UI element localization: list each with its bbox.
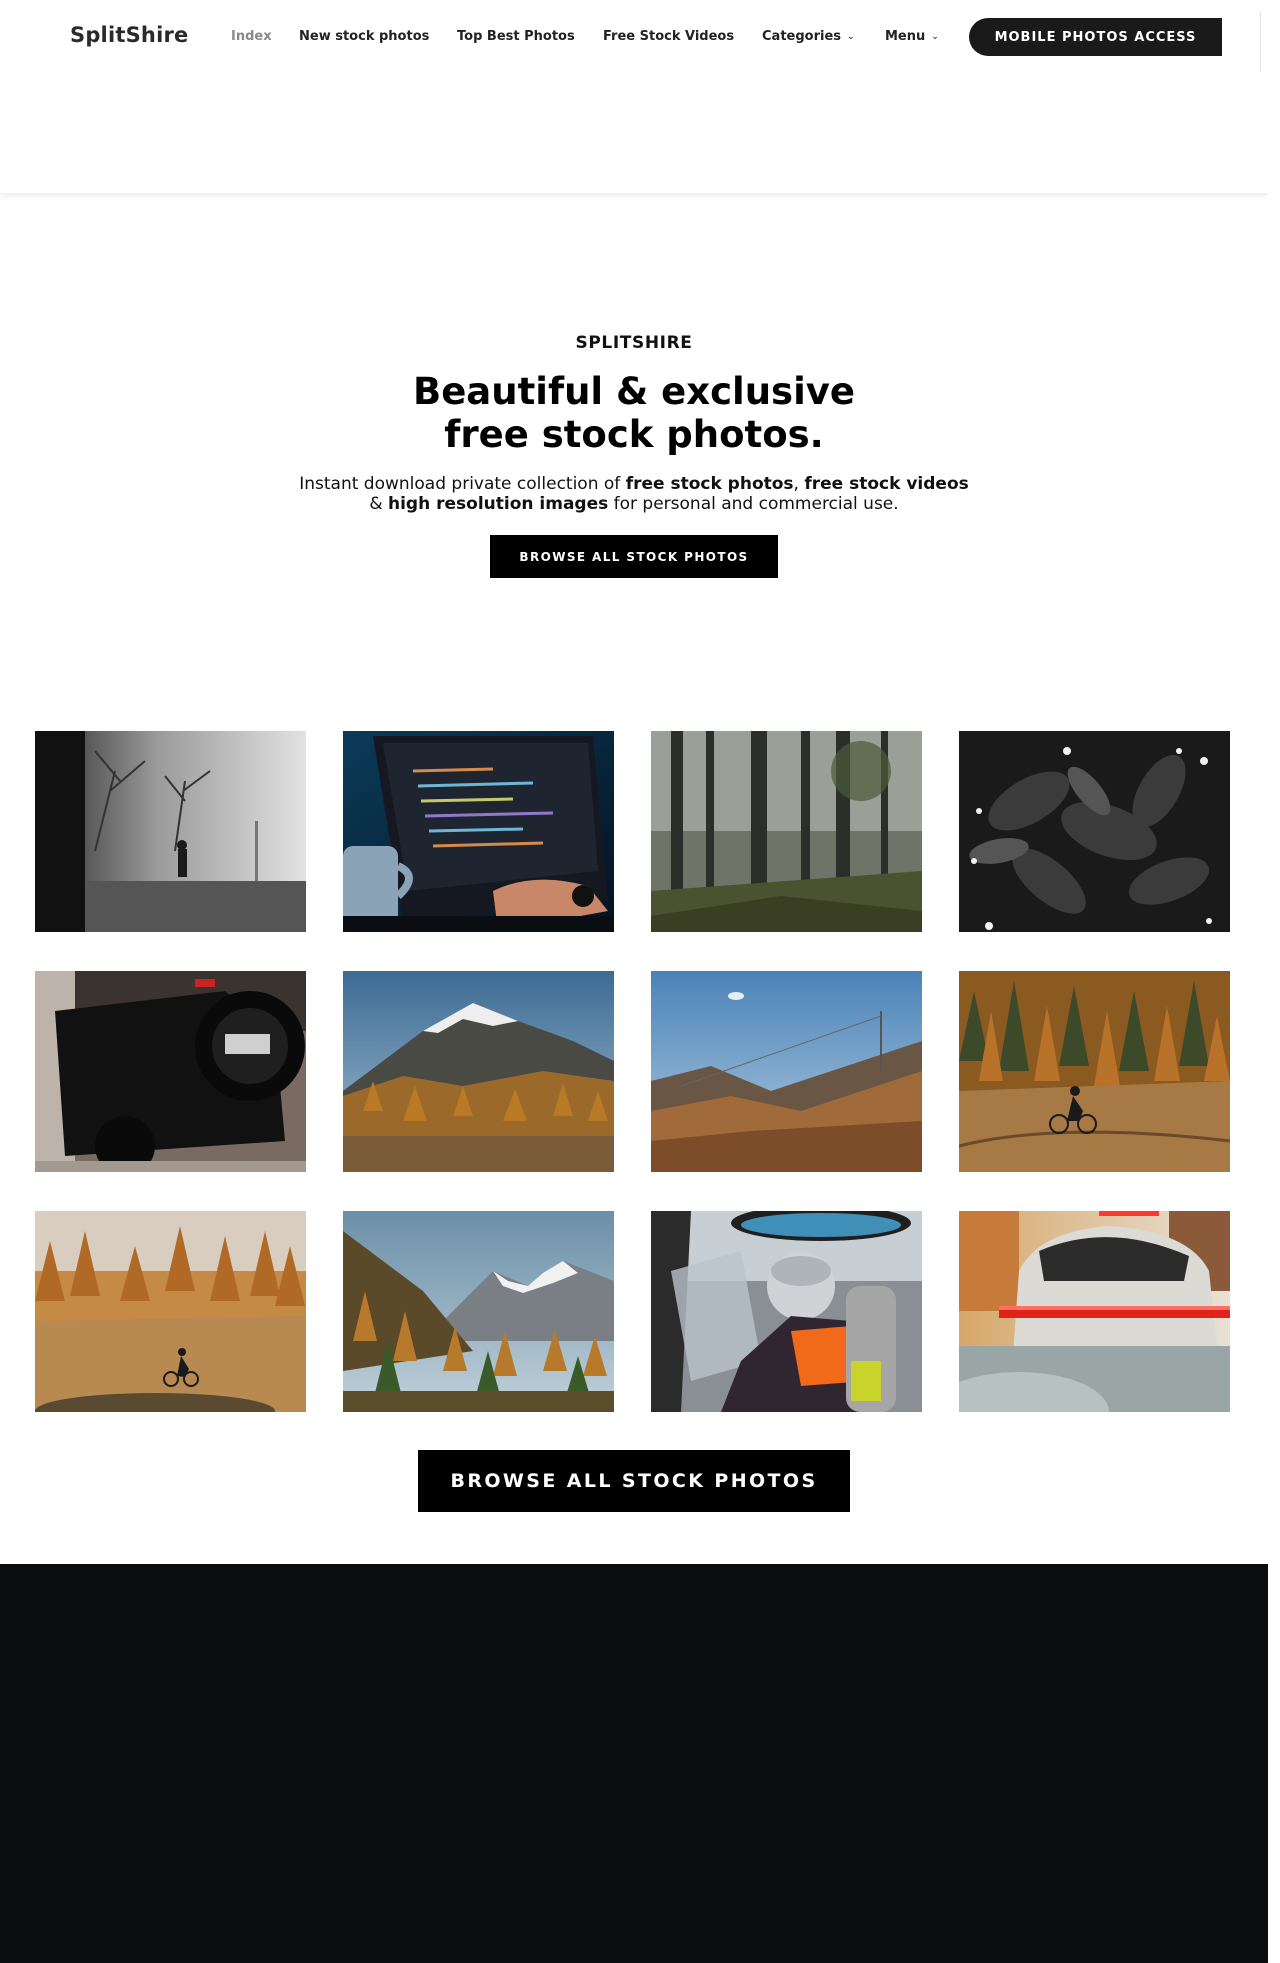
hero-title-line: Beautiful & exclusive — [413, 370, 855, 413]
photo-helicopter-pilot[interactable] — [651, 1211, 922, 1412]
chevron-down-icon: ⌄ — [931, 32, 939, 42]
nav-item-label: Categories — [762, 29, 842, 44]
nav-item-free-stock-videos[interactable]: Free Stock Videos — [603, 29, 734, 44]
site-header: SplitShire Index New stock photos Top Be… — [0, 0, 1268, 193]
page: SplitShire Index New stock photos Top Be… — [0, 0, 1268, 1963]
nav-item-categories[interactable]: Categories ⌄ — [762, 29, 855, 44]
nav-item-index[interactable]: Index — [231, 29, 272, 44]
hero-desc-bold: free stock videos — [804, 474, 969, 494]
nav-item-top-best-photos[interactable]: Top Best Photos — [457, 29, 575, 44]
nav-item-label: New stock photos — [299, 29, 430, 44]
hero-desc-text: , — [793, 474, 805, 494]
photo-dark-leaves-flowers[interactable] — [959, 731, 1230, 932]
nav-item-label: Top Best Photos — [457, 29, 575, 44]
hero-eyebrow: SPLITSHIRE — [575, 333, 693, 353]
hero-desc-text: Instant download private collection of — [299, 474, 626, 494]
hero-desc-bold: high resolution images — [387, 494, 609, 514]
nav-item-menu[interactable]: Menu ⌄ — [885, 29, 939, 44]
photo-misty-forest[interactable] — [651, 731, 922, 932]
nav-item-label: Index — [231, 29, 272, 44]
photo-foggy-street-walker[interactable] — [35, 731, 306, 932]
nav-item-label: Free Stock Videos — [603, 29, 735, 44]
photo-alpine-slope-cable[interactable] — [651, 971, 922, 1172]
header-divider — [1260, 12, 1261, 72]
photo-cyclist-autumn-meadow[interactable] — [35, 1211, 306, 1412]
photo-cyclist-larch-forest[interactable] — [959, 971, 1230, 1172]
browse-all-stock-photos-button[interactable]: BROWSE ALL STOCK PHOTOS — [418, 1450, 850, 1512]
site-logo[interactable]: SplitShire — [70, 23, 188, 47]
nav-item-new-stock-photos[interactable]: New stock photos — [299, 29, 429, 44]
browse-all-stock-photos-button[interactable]: BROWSE ALL STOCK PHOTOS — [490, 535, 778, 578]
scrollbar-gutter — [1268, 0, 1280, 1963]
hero-desc-text: & — [369, 494, 388, 514]
photo-snowy-mountain-autumn[interactable] — [343, 971, 614, 1172]
photo-laptop-code-coffee[interactable] — [343, 731, 614, 932]
dark-footer-section — [0, 1564, 1268, 1963]
hero-desc-bold: free stock photos — [625, 474, 794, 494]
photo-black-jeep-spare-tire[interactable] — [35, 971, 306, 1172]
nav-item-label: Menu — [885, 29, 926, 44]
chevron-down-icon: ⌄ — [847, 32, 855, 42]
hero-description: Instant download private collection of f… — [0, 474, 1268, 514]
mobile-photos-access-button[interactable]: MOBILE PHOTOS ACCESS — [969, 18, 1222, 56]
hero-title-line: free stock photos. — [444, 413, 824, 456]
hero-desc-text: for personal and commercial use. — [608, 494, 899, 514]
photo-porsche-tail-lights[interactable] — [959, 1211, 1230, 1412]
hero-title: Beautiful & exclusive free stock photos. — [0, 370, 1268, 456]
photo-alpine-peaks-forest[interactable] — [343, 1211, 614, 1412]
